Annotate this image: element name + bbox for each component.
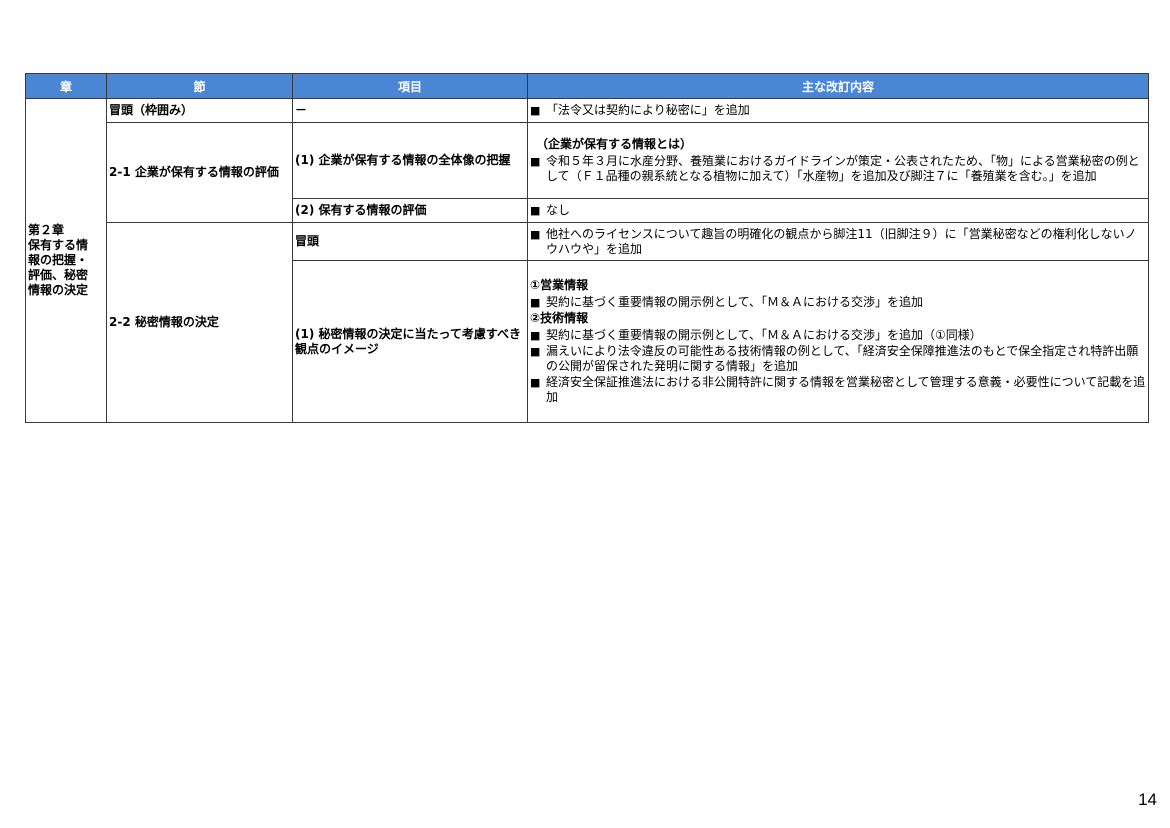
bullet-text: 漏えいにより法令違反の可能性ある技術情報の例として、「経済安全保障推進法のもとで…: [546, 344, 1139, 373]
content-heading: ①営業情報: [530, 278, 589, 292]
bullet-text: 契約に基づく重要情報の開示例として、「Ｍ＆Ａにおける交渉」を追加（①同様）: [546, 328, 982, 342]
header-item: 項目: [292, 73, 528, 99]
page-number: 14: [1138, 790, 1157, 809]
item-cell: －: [292, 98, 528, 123]
content-cell: （企業が保有する情報とは） ■ 令和５年３月に水産分野、養殖業におけるガイドライ…: [527, 122, 1149, 199]
bullet-square-icon: ■: [530, 296, 541, 309]
bullet-text: 契約に基づく重要情報の開示例として、「Ｍ＆Ａにおける交渉」を追加: [546, 295, 924, 309]
chapter-line: 情報の決定: [28, 283, 89, 297]
content-heading: （企業が保有する情報とは）: [536, 137, 693, 151]
bullet-item: ■ 契約に基づく重要情報の開示例として、「Ｍ＆Ａにおける交渉」を追加（①同様）: [530, 328, 1146, 343]
bullet-item: ■ 漏えいにより法令違反の可能性ある技術情報の例として、「経済安全保障推進法のも…: [530, 344, 1146, 374]
item-cell: (1) 企業が保有する情報の全体像の把握: [292, 122, 528, 199]
table-row: 2-2 秘密情報の決定 冒頭 ■ 他社へのライセンスについて趣旨の明確化の観点か…: [26, 222, 1149, 423]
chapter-line: 評価、秘密: [28, 268, 89, 282]
bullet-text: 令和５年３月に水産分野、養殖業におけるガイドラインが策定・公表されたため、「物」…: [546, 154, 1140, 183]
bullet-item: ■ 令和５年３月に水産分野、養殖業におけるガイドラインが策定・公表されたため、「…: [530, 154, 1146, 184]
chapter-cell: 第２章 保有する情 報の把握・ 評価、秘密 情報の決定: [25, 98, 107, 423]
bullet-item: ■ 他社へのライセンスについて趣旨の明確化の観点から脚注11（旧脚注９）に「営業…: [530, 227, 1146, 257]
chapter-line: 保有する情: [28, 238, 89, 252]
bullet-item: ■ 契約に基づく重要情報の開示例として、「Ｍ＆Ａにおける交渉」を追加: [530, 295, 1146, 310]
bullet-square-icon: ■: [530, 204, 541, 217]
bullet-item: ■ 経済安全保証推進法における非公開特許に関する情報を営業秘密として管理する意義…: [530, 375, 1146, 405]
content-cell: ■ 「法令又は契約により秘密に」を追加: [527, 98, 1149, 123]
section-cell: 2-2 秘密情報の決定: [106, 222, 293, 423]
bullet-item: ■ 「法令又は契約により秘密に」を追加: [530, 103, 1146, 118]
item-cell: (2) 保有する情報の評価: [292, 198, 528, 223]
bullet-text: 経済安全保証推進法における非公開特許に関する情報を営業秘密として管理する意義・必…: [546, 375, 1146, 404]
bullet-square-icon: ■: [530, 329, 541, 342]
header-content: 主な改訂内容: [527, 73, 1149, 99]
bullet-item: ■ なし: [530, 203, 1146, 218]
item-cell: (1) 秘密情報の決定に当たって考慮すべき観点のイメージ: [292, 260, 528, 423]
bullet-text: 他社へのライセンスについて趣旨の明確化の観点から脚注11（旧脚注９）に「営業秘密…: [546, 226, 1137, 256]
header-section: 節: [106, 73, 293, 99]
item-cell: 冒頭: [292, 222, 528, 261]
section-cell: 冒頭（枠囲み）: [106, 98, 293, 123]
content-cell: ■ 他社へのライセンスについて趣旨の明確化の観点から脚注11（旧脚注９）に「営業…: [527, 222, 1149, 261]
content-cell: ①営業情報 ■ 契約に基づく重要情報の開示例として、「Ｍ＆Ａにおける交渉」を追加…: [527, 260, 1149, 423]
content-cell: ■ なし: [527, 198, 1149, 223]
revision-table: 章 節 項目 主な改訂内容 第２章 保有する情 報の把握・ 評価、秘密 情報の決…: [25, 73, 1149, 423]
header-chapter: 章: [25, 73, 107, 99]
chapter-line: 第２章: [28, 223, 65, 237]
bullet-square-icon: ■: [530, 104, 541, 117]
bullet-text: 「法令又は契約により秘密に」を追加: [546, 103, 750, 117]
bullet-square-icon: ■: [530, 376, 541, 389]
bullet-text: なし: [546, 203, 571, 217]
header-row: 章 節 項目 主な改訂内容: [25, 73, 1149, 99]
bullet-square-icon: ■: [530, 227, 541, 241]
chapter-line: 報の把握・: [28, 253, 89, 267]
bullet-square-icon: ■: [530, 345, 541, 358]
section-cell: 2-1 企業が保有する情報の評価: [106, 122, 293, 223]
table-row: 2-1 企業が保有する情報の評価 (1) 企業が保有する情報の全体像の把握 （企…: [26, 122, 1149, 223]
table-row: 第２章 保有する情 報の把握・ 評価、秘密 情報の決定 冒頭（枠囲み） － ■ …: [25, 98, 1149, 423]
content-heading: ②技術情報: [530, 311, 589, 325]
bullet-square-icon: ■: [530, 155, 541, 168]
